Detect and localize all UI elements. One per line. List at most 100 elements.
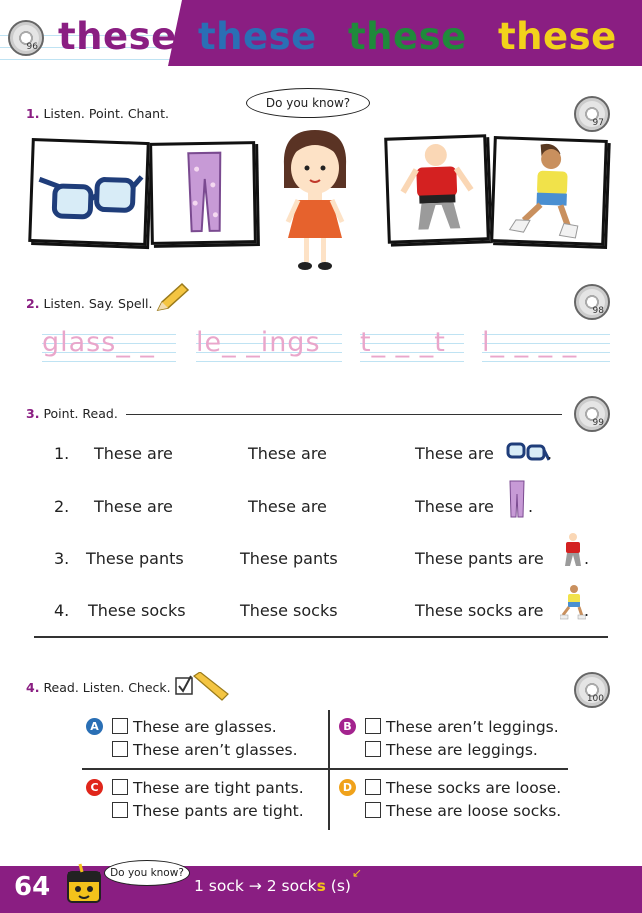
do-you-know-bubble: Do you know? [104,860,190,886]
badge-a: A [86,718,103,735]
glasses-card[interactable] [28,137,150,247]
do-you-know-bubble: Do you know? [246,88,370,118]
row-text-3: These are [415,444,494,463]
check-option[interactable]: These aren’t leggings. [365,718,559,736]
row-text-2: These are [248,444,327,463]
badge-c: C [86,779,103,796]
check-option[interactable]: These are loose socks. [365,802,561,820]
spell-word-2[interactable]: le_ _ings [196,326,342,362]
row-text-1: These socks [88,601,186,620]
badge-b: B [339,718,356,735]
title-rule [126,414,562,415]
leggings-icon [187,151,222,233]
option-text: These socks are loose. [386,779,562,797]
row-text-3: These are [415,497,494,516]
period: . [528,497,534,516]
check-option[interactable]: These are leggings. [365,741,538,759]
header-word-3: these [348,15,467,58]
checkbox[interactable] [112,779,128,795]
cd-track-number: 100 [586,694,604,704]
boy-yellow-shirt-icon [560,585,586,620]
spell-word-1[interactable]: glass_ _ [42,326,176,362]
glasses-icon [38,175,144,220]
section2-heading: 2. Listen. Say. Spell. [26,296,152,311]
option-text: These aren’t glasses. [133,741,298,759]
row-number: 2. [54,497,70,516]
check-option[interactable]: These are glasses. [112,718,277,736]
note-singular: 1 sock [194,877,244,895]
row-text-2: These socks [240,601,338,620]
section-number: 4. [26,680,40,695]
option-text: These are glasses. [133,718,277,736]
spell-word-3[interactable]: t_ _ _t [360,326,464,362]
man-card[interactable] [384,134,490,244]
glasses-icon [506,442,550,461]
section-divider [34,636,608,638]
checkbox[interactable] [112,718,128,734]
check-option[interactable]: These are tight pants. [112,779,304,797]
arrow-icon: → [248,877,262,895]
checkbox[interactable] [365,718,381,734]
leggings-icon [509,480,525,518]
note-paren: (s) [330,877,351,895]
section-number: 3. [26,406,40,421]
period: . [584,549,590,568]
spell-word-4[interactable]: l_ _ _ _ [482,326,610,362]
cd-icon[interactable]: 98 [574,284,610,320]
checkbox[interactable] [365,741,381,757]
girl-illustration [283,130,347,270]
option-text: These are loose socks. [386,802,562,820]
note-plural: 2 sock [266,877,317,895]
note-plural-s: s [316,877,326,895]
badge-d: D [339,779,356,796]
boy-card[interactable] [490,136,608,246]
check-option[interactable]: These socks are loose. [365,779,561,797]
cd-track-number: 97 [592,118,604,128]
header-word-2: these [198,15,317,58]
period: . [547,444,553,463]
checkbox[interactable] [365,802,381,818]
section-number: 2. [26,296,40,311]
row-number: 1. [54,444,70,463]
section-title: Listen. Say. Spell. [43,296,153,311]
row-number: 4. [54,601,70,620]
row-text-2: These are [248,497,327,516]
pencil-icon [156,282,190,312]
row-text-2: These pants [240,549,338,568]
boy-red-shirt-icon [565,533,581,566]
cd-icon[interactable]: 99 [574,396,610,432]
option-text: These are tight pants. [133,779,304,797]
cd-icon[interactable]: 96 [8,20,44,56]
cd-icon[interactable]: 97 [574,96,610,132]
boy-red-shirt-icon [400,144,474,230]
check-option[interactable]: These pants are tight. [112,802,304,820]
checkbox[interactable] [112,802,128,818]
check-option[interactable]: These aren’t glasses. [112,741,298,759]
leggings-card[interactable] [149,141,257,245]
section1-heading: 1. Listen. Point. Chant. [26,106,169,121]
bubble-text: Do you know? [110,867,184,879]
cd-track-number: 98 [592,306,604,316]
mascot-icon [67,863,101,903]
row-text-1: These are [94,497,173,516]
header-word-4: these [498,15,617,58]
cd-icon[interactable]: 100 [574,672,610,708]
cd-track-number: 99 [592,418,604,428]
bubble-text: Do you know? [265,96,351,110]
grid-vertical-line [328,710,330,830]
checkbox[interactable] [365,779,381,795]
section4-heading: 4. Read. Listen. Check. [26,680,171,695]
checkbox[interactable] [112,741,128,757]
row-text-1: These pants [86,549,184,568]
period: . [584,601,590,620]
boy-yellow-shirt-icon [508,143,579,239]
section-title: Read. Listen. Check. [43,680,171,695]
section-number: 1. [26,106,40,121]
row-text-1: These are [94,444,173,463]
option-text: These are leggings. [386,741,538,759]
check-pencil-icon [175,672,229,701]
section-title: Listen. Point. Chant. [43,106,169,121]
row-text-3: These pants are [415,549,544,568]
grid-horizontal-line [82,768,568,770]
row-number: 3. [54,549,70,568]
